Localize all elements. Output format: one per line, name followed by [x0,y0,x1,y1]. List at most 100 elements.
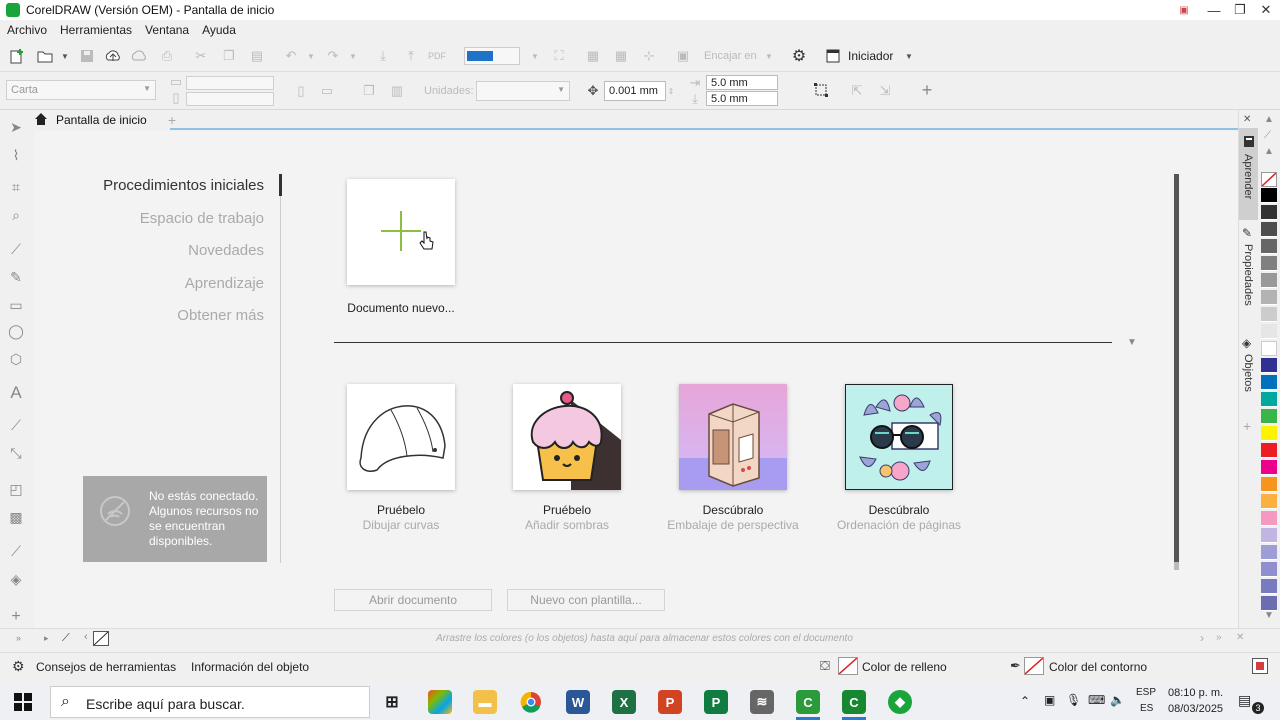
customize-toolbox-icon[interactable]: + [7,608,25,626]
palette-swatch[interactable] [1261,494,1277,509]
volume-icon[interactable]: 🔈 [1110,693,1125,707]
tool-hints-label[interactable]: Consejos de herramientas [36,660,176,674]
full-screen-icon[interactable]: ⛶ [550,47,568,65]
palette-swatch[interactable] [1261,205,1277,220]
close-button[interactable]: ✕ [1252,0,1280,20]
nav-learning[interactable]: Aprendizaje [185,275,264,292]
connector-tool-icon[interactable]: ⤡ [7,444,25,462]
parallel-dimension-tool-icon[interactable]: ⟋ [7,416,25,434]
task-view-icon[interactable]: ⊞ [380,690,404,714]
undo-icon[interactable]: ↶ [282,47,300,65]
menu-ventana[interactable]: Ventana [145,23,189,37]
palette-swatch[interactable] [1261,222,1277,237]
crop-tool-icon[interactable]: ⌗ [7,178,25,196]
palette-swatch[interactable] [1261,341,1277,356]
eyedropper-tool-icon[interactable]: ⟋ [7,542,25,560]
docker-tab-learn[interactable]: Aprender [1242,154,1254,199]
snap-icon[interactable]: ▣ [674,47,692,65]
close-docker-icon[interactable]: ✕ [1243,114,1251,125]
palette-swatch[interactable] [1261,511,1277,526]
page-width-field[interactable] [186,76,274,90]
palette-swatch[interactable] [1261,324,1277,339]
nav-whats-new[interactable]: Novedades [188,242,264,259]
transparency-tool-icon[interactable]: ▩ [7,508,25,526]
start-screen-scrollbar[interactable] [1174,174,1179,562]
excel-icon[interactable]: X [612,690,636,714]
landscape-icon[interactable]: ▭ [318,82,336,100]
workspace-dropdown-chevron-icon[interactable]: ▼ [900,47,918,65]
palette-swatch[interactable] [1261,239,1277,254]
notifications-icon[interactable]: ▤ [1238,692,1251,709]
publisher-icon[interactable]: P [704,690,728,714]
new-document-label[interactable]: Documento nuevo... [331,301,471,315]
palette-swatch[interactable] [1261,392,1277,407]
add-docker-icon[interactable]: + [1243,418,1251,434]
maximize-button[interactable]: ❐ [1226,0,1254,20]
doc-palette-scroll-left-icon[interactable]: » [16,633,21,643]
page-preset-select[interactable]: Carta ▼ [6,80,156,100]
duplicate-x-field[interactable]: 5.0 mm [706,75,778,90]
palette-swatch[interactable] [1261,426,1277,441]
new-tab-icon[interactable]: + [164,112,180,128]
zoom-level-field[interactable] [464,47,520,65]
tutorial-card-add-shadows[interactable] [513,384,621,490]
palette-swatch[interactable] [1261,358,1277,373]
palette-eyedropper-icon[interactable]: ⟋ [1264,130,1271,141]
text-tool-icon[interactable]: A [7,383,25,402]
show-rulers-icon[interactable]: ▦ [584,47,602,65]
expand-chevron-icon[interactable]: ▼ [1127,337,1137,348]
duplicate-y-field[interactable]: 5.0 mm [706,91,778,106]
outline-color-label[interactable]: Color del contorno [1049,660,1147,674]
fill-color-swatch[interactable] [838,657,858,675]
menu-herramientas[interactable]: Herramientas [60,23,132,37]
palette-swatch[interactable] [1261,596,1277,611]
doc-palette-menu-icon[interactable]: ▸ [44,633,49,644]
snap-dropdown-chevron-icon[interactable]: ▼ [760,47,778,65]
nav-workspace[interactable]: Espacio de trabajo [140,210,264,227]
input-language-bottom[interactable]: ES [1140,703,1153,714]
show-guidelines-icon[interactable]: ⊹ [640,47,658,65]
add-property-icon[interactable]: + [918,80,936,100]
show-grid-icon[interactable]: ▦ [612,47,630,65]
zoom-tool-icon[interactable]: ⌕ [7,206,25,224]
undo-dropdown-chevron-icon[interactable]: ▼ [302,47,320,65]
microphone-icon[interactable]: 🎙 [1066,693,1081,707]
copilot-icon[interactable] [428,690,452,714]
doc-palette-no-color-swatch[interactable] [93,631,109,646]
cloud-upload-icon[interactable] [104,47,122,65]
menu-ayuda[interactable]: Ayuda [202,23,236,37]
doc-palette-scroll-icon[interactable]: ‹ [84,631,88,643]
clock-time[interactable]: 08:10 p. m. [1168,687,1223,699]
minimize-button[interactable]: — [1200,0,1228,20]
app-icon-generic[interactable]: ≋ [750,690,774,714]
docker-tab-properties[interactable]: Propiedades [1242,244,1254,306]
zoom-dropdown-chevron-icon[interactable]: ▼ [526,47,544,65]
options-gear-icon[interactable]: ⚙ [790,47,808,65]
file-explorer-icon[interactable]: ▬ [473,690,497,714]
ellipse-tool-icon[interactable]: ◯ [7,322,25,340]
clock-date[interactable]: 08/03/2025 [1168,703,1223,715]
tutorial-card-draw-curves[interactable] [347,384,455,490]
palette-swatch[interactable] [1261,562,1277,577]
palette-swatch[interactable] [1261,460,1277,475]
portrait-icon[interactable]: ▯ [292,82,310,100]
coreldraw-taskbar-icon-1[interactable]: C [796,690,820,714]
freehand-tool-icon[interactable]: ⟋ [7,240,25,258]
page-height-field[interactable] [186,92,274,106]
tutorial-card-page-layout[interactable] [845,384,953,490]
import-icon[interactable]: ⤓ [374,47,392,65]
palette-scroll-down-icon[interactable]: ▼ [1264,610,1274,621]
open-document-button[interactable]: Abrir documento [334,589,492,611]
powerpoint-icon[interactable]: P [658,690,682,714]
drop-shadow-tool-icon[interactable]: ◰ [7,480,25,498]
print-icon[interactable]: ⎙ [158,47,176,65]
palette-swatch[interactable] [1261,409,1277,424]
snap-to-label[interactable]: Encajar en [704,50,757,62]
corel-balloon-icon[interactable]: ◆ [888,690,912,714]
nav-get-more[interactable]: Obtener más [177,307,264,324]
all-pages-icon[interactable]: ❐ [360,82,378,100]
word-icon[interactable]: W [566,690,590,714]
palette-swatch[interactable] [1261,477,1277,492]
units-select[interactable]: ▼ [476,81,570,101]
paste-icon[interactable]: ▤ [248,47,266,65]
